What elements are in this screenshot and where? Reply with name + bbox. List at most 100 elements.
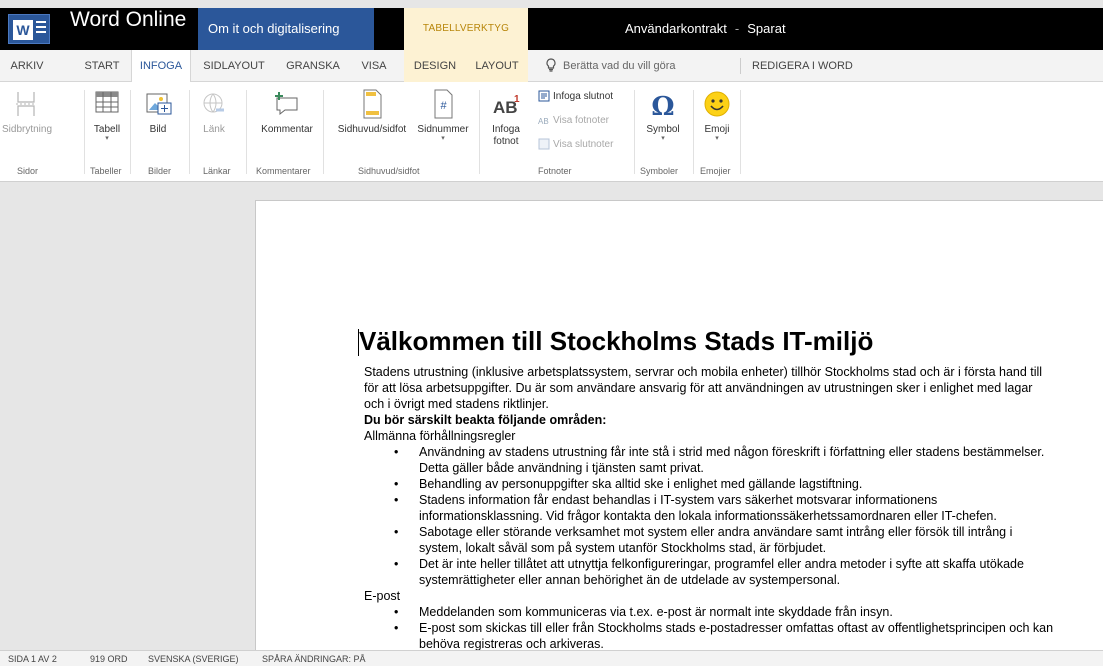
list-item[interactable]: Användning av stadens utrustning får int…	[364, 444, 1054, 476]
header-footer-icon	[330, 86, 414, 122]
insert-footnote-button[interactable]: AB 1 Infoga fotnot	[484, 86, 528, 148]
chevron-down-icon: ▾	[105, 135, 109, 142]
picture-icon	[138, 86, 178, 122]
svg-text:AB: AB	[538, 117, 549, 126]
title-separator: -	[734, 21, 740, 36]
svg-text:#: #	[440, 100, 447, 112]
picture-button[interactable]: Bild	[138, 86, 178, 135]
tab-start[interactable]: START	[80, 50, 124, 82]
table-button[interactable]: Tabell ▾	[88, 86, 126, 143]
document-page[interactable]: Välkommen till Stockholms Stads IT-miljö…	[255, 200, 1103, 650]
chevron-down-icon: ▾	[715, 135, 719, 142]
word-online-window: W Word Online Om it och digitalisering T…	[0, 0, 1103, 666]
group-label-links: Länkar	[203, 166, 231, 176]
group-separator	[693, 90, 694, 174]
footnotes-icon: AB	[538, 117, 549, 126]
track-changes-indicator[interactable]: SPÅRA ÄNDRINGAR: PÅ	[262, 651, 366, 666]
show-footnotes-button[interactable]: AB Visa fotnoter	[538, 112, 609, 130]
insert-endnote-label: Infoga slutnot	[553, 91, 614, 102]
section-heading[interactable]: Allmänna förhållningsregler	[364, 428, 1054, 444]
bullet-list: Meddelanden som kommuniceras via t.ex. e…	[364, 604, 1054, 650]
svg-text:Ω: Ω	[651, 92, 674, 122]
document-heading[interactable]: Välkommen till Stockholms Stads IT-miljö	[359, 326, 873, 357]
link-icon	[196, 86, 232, 122]
group-separator	[246, 90, 247, 174]
comment-button[interactable]: Kommentar	[254, 86, 320, 135]
endnotes-icon	[538, 138, 550, 150]
page-break-label: Sidbrytning	[2, 124, 53, 135]
list-item[interactable]: Stadens information får endast behandlas…	[364, 492, 1054, 524]
table-icon	[88, 86, 126, 122]
group-separator	[130, 90, 131, 174]
symbol-button[interactable]: Ω Symbol ▾	[638, 86, 688, 143]
tab-granska[interactable]: GRANSKA	[282, 50, 344, 82]
group-label-pictures: Bilder	[148, 166, 172, 176]
group-label-tables: Tabeller	[90, 166, 122, 176]
word-count[interactable]: 919 ORD	[90, 651, 128, 666]
group-label-pages: Sidor	[17, 166, 39, 176]
ribbon-tabs: ARKIV START INFOGA SIDLAYOUT GRANSKA VIS…	[0, 50, 1103, 83]
status-bar: SIDA 1 AV 2 919 ORD SVENSKA (SVERIGE) SP…	[0, 650, 1103, 666]
lightbulb-icon	[546, 58, 556, 72]
smiley-icon	[697, 86, 737, 122]
insert-endnote-button[interactable]: Infoga slutnot	[538, 88, 613, 106]
page-number-label: Sidnummer	[417, 124, 469, 135]
show-endnotes-label: Visa slutnoter	[553, 139, 614, 150]
chevron-down-icon: ▾	[661, 135, 665, 142]
document-body[interactable]: Stadens utrustning (inklusive arbetsplat…	[364, 364, 1054, 650]
tell-me-placeholder: Berätta vad du vill göra	[563, 60, 676, 72]
footnote-icon: AB 1	[484, 86, 528, 122]
page-count[interactable]: SIDA 1 AV 2	[8, 651, 57, 666]
group-separator	[634, 90, 635, 174]
list-item[interactable]: Sabotage eller störande verksamhet mot s…	[364, 524, 1054, 556]
show-footnotes-label: Visa fotnoter	[553, 115, 609, 126]
tab-sidlayout[interactable]: SIDLAYOUT	[196, 50, 272, 82]
ribbon-infoga: Sidbrytning Sidor Tabell ▾ Tabeller Bild…	[0, 82, 1103, 182]
svg-text:1: 1	[514, 94, 520, 105]
tab-arkiv[interactable]: ARKIV	[6, 50, 48, 82]
emoji-button[interactable]: Emoji ▾	[697, 86, 737, 143]
group-separator	[479, 90, 480, 174]
bullet-list: Användning av stadens utrustning får int…	[364, 444, 1054, 588]
section-heading[interactable]: E-post	[364, 588, 1054, 604]
group-separator	[84, 90, 85, 174]
show-endnotes-button[interactable]: Visa slutnoter	[538, 136, 613, 154]
tell-me-box[interactable]: Berätta vad du vill göra	[545, 50, 676, 82]
group-separator	[189, 90, 190, 174]
link-button[interactable]: Länk	[196, 86, 232, 135]
endnote-icon	[538, 90, 550, 102]
group-label-footnotes: Fotnoter	[538, 166, 572, 176]
edit-in-word-button[interactable]: REDIGERA I WORD	[752, 50, 853, 82]
page-number-button[interactable]: # Sidnummer ▾	[414, 86, 472, 143]
page-break-button[interactable]: Sidbrytning	[2, 86, 53, 135]
list-item[interactable]: Det är inte heller tillåtet att utnyttja…	[364, 556, 1054, 588]
tab-design[interactable]: DESIGN	[404, 50, 466, 82]
document-title[interactable]: Användarkontrakt - Sparat	[625, 8, 786, 50]
tab-layout[interactable]: LAYOUT	[466, 50, 528, 82]
comment-icon	[254, 86, 320, 122]
group-label-symbols: Symboler	[640, 166, 679, 176]
tab-infoga[interactable]: INFOGA	[131, 50, 191, 83]
list-item[interactable]: Behandling av personuppgifter ska alltid…	[364, 476, 1054, 492]
context-tab-header: TABELLVERKTYG	[404, 8, 528, 50]
group-label-header-footer: Sidhuvud/sidfot	[358, 166, 420, 176]
intro-paragraph[interactable]: Stadens utrustning (inklusive arbetsplat…	[364, 364, 1054, 412]
document-canvas[interactable]: Välkommen till Stockholms Stads IT-miljö…	[0, 183, 1103, 650]
group-label-comments: Kommentarer	[256, 166, 311, 176]
tab-visa[interactable]: VISA	[354, 50, 394, 82]
language-indicator[interactable]: SVENSKA (SVERIGE)	[148, 651, 239, 666]
list-item[interactable]: E-post som skickas till eller från Stock…	[364, 620, 1054, 650]
page-number-icon: #	[414, 86, 472, 122]
page-break-icon	[2, 86, 50, 122]
list-item[interactable]: Meddelanden som kommuniceras via t.ex. e…	[364, 604, 1054, 620]
header-footer-button[interactable]: Sidhuvud/sidfot	[330, 86, 414, 135]
breadcrumb-site[interactable]: Om it och digitalisering	[198, 8, 374, 50]
emphasis-paragraph[interactable]: Du bör särskilt beakta följande områden:	[364, 412, 1054, 428]
document-name[interactable]: Användarkontrakt	[625, 21, 727, 36]
app-name[interactable]: Word Online	[70, 8, 186, 50]
header-footer-label: Sidhuvud/sidfot	[337, 124, 407, 135]
word-logo-icon[interactable]: W	[8, 14, 50, 44]
footnote-label: Infoga fotnot	[492, 124, 520, 147]
symbol-label: Symbol	[646, 124, 680, 135]
group-separator	[323, 90, 324, 174]
